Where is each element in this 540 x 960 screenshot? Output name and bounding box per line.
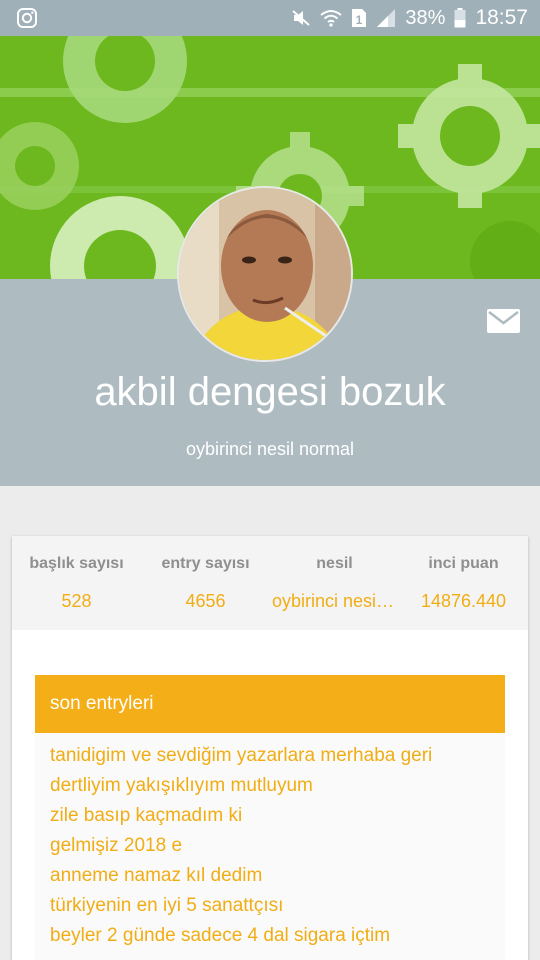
stat-label: entry sayısı (161, 555, 250, 572)
stat-topic-count: başlık sayısı 528 (12, 536, 141, 630)
list-item[interactable]: beyler 2 günde sadece 4 dal sigara içtim (50, 925, 390, 947)
signal-icon (377, 9, 396, 27)
status-bar: 1 38% 18:57 (0, 0, 540, 36)
stat-entry-count: entry sayısı 4656 (141, 536, 270, 630)
list-item[interactable]: tanidigim ve sevdiğim yazarlara merhaba … (50, 745, 432, 767)
stat-value: 528 (61, 591, 92, 611)
stat-label: nesil (316, 555, 353, 572)
sim-icon: 1 (352, 9, 367, 27)
battery-icon (454, 8, 466, 28)
stat-generation: nesil oybirinci nesil normal (270, 536, 399, 630)
stat-value: oybirinci nesil normal (272, 591, 399, 611)
wifi-icon (320, 10, 343, 27)
list-item[interactable]: anneme namaz kıl dedim (50, 865, 262, 887)
profile-generation: oybirinci nesil normal (185, 439, 355, 459)
battery-percent: 38% (405, 6, 446, 29)
profile-username: akbil dengesi bozuk (94, 370, 446, 414)
instagram-icon (17, 8, 37, 28)
recent-entries-list: tanidigim ve sevdiğim yazarlara merhaba … (35, 733, 505, 960)
mail-icon[interactable] (487, 309, 520, 333)
user-avatar-photo (179, 188, 351, 360)
mute-icon (292, 10, 311, 26)
clock: 18:57 (475, 6, 528, 29)
stat-value: 14876.440 (420, 591, 507, 611)
stat-value: 4656 (185, 591, 226, 611)
profile-card: başlık sayısı 528 entry sayısı 4656 nesi… (12, 536, 528, 960)
sim-slot-number: 1 (356, 13, 363, 27)
list-item[interactable]: türkiyenin en iyi 5 sanattçısı (50, 895, 283, 917)
stat-score: inci puan 14876.440 (399, 536, 528, 630)
stats-row: başlık sayısı 528 entry sayısı 4656 nesi… (12, 536, 528, 630)
stat-label: başlık sayısı (29, 555, 124, 572)
recent-entries-header: son entryleri (35, 675, 505, 733)
list-item[interactable]: zile basıp kaçmadım ki (50, 805, 242, 827)
list-item[interactable]: dertliyim yakışıklıyım mutluyum (50, 775, 313, 797)
avatar[interactable] (177, 186, 353, 362)
list-item[interactable]: gelmişiz 2018 e (50, 835, 182, 857)
stat-label: inci puan (428, 555, 499, 572)
